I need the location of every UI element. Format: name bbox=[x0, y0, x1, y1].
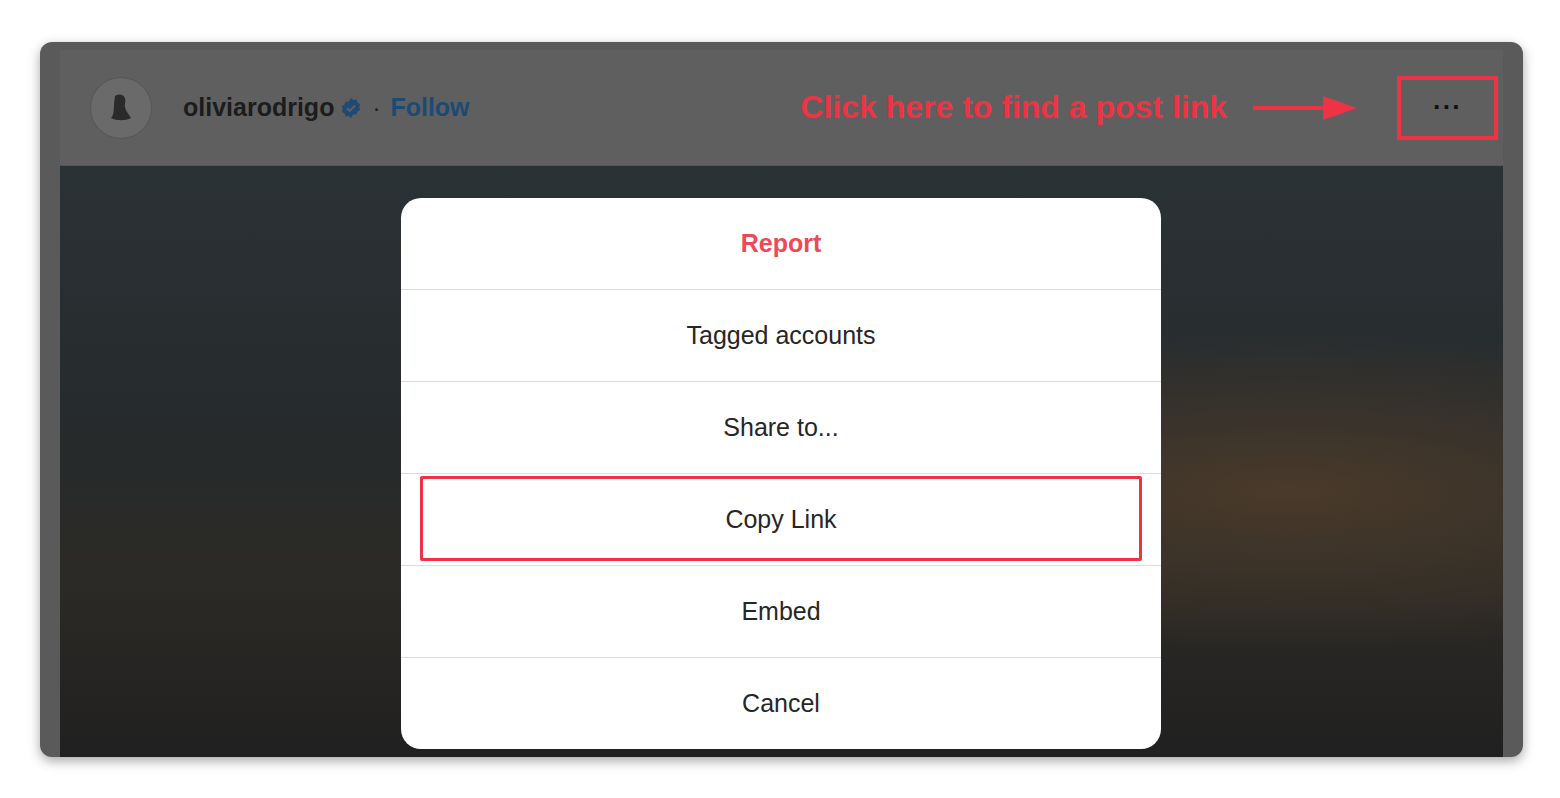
avatar-icon[interactable] bbox=[90, 77, 152, 139]
post-header: oliviarodrigo · Follow Click here to find a… bbox=[60, 50, 1503, 166]
annotation-text: Click here to find a post link bbox=[800, 89, 1227, 126]
menu-item[interactable]: Share to... bbox=[401, 381, 1161, 473]
separator: · bbox=[372, 94, 380, 122]
menu-item-label: Share to... bbox=[723, 413, 838, 442]
page: oliviarodrigo · Follow Click here to find a… bbox=[0, 0, 1560, 798]
more-label: ··· bbox=[1433, 92, 1462, 123]
menu-item[interactable]: Report bbox=[401, 198, 1161, 289]
menu-item-label: Embed bbox=[741, 597, 820, 626]
menu-item[interactable]: Copy Link bbox=[401, 473, 1161, 565]
menu-item-label: Copy Link bbox=[725, 505, 836, 534]
person-icon bbox=[101, 88, 141, 128]
verified-badge-icon bbox=[340, 97, 362, 119]
menu-item[interactable]: Tagged accounts bbox=[401, 289, 1161, 381]
username[interactable]: oliviarodrigo bbox=[183, 93, 334, 122]
menu-item-label: Report bbox=[741, 229, 822, 258]
menu-item-label: Tagged accounts bbox=[686, 321, 875, 350]
arrow-icon bbox=[1251, 93, 1361, 123]
highlight-box bbox=[420, 476, 1142, 561]
post-window: oliviarodrigo · Follow Click here to find a… bbox=[40, 42, 1523, 757]
menu-item[interactable]: Embed bbox=[401, 565, 1161, 657]
options-menu: Report Tagged accounts Share to... Copy Lin… bbox=[401, 198, 1161, 749]
menu-item-label: Cancel bbox=[742, 689, 820, 718]
follow-button[interactable]: Follow bbox=[390, 93, 469, 122]
menu-item[interactable]: Cancel bbox=[401, 657, 1161, 749]
more-button[interactable]: ··· bbox=[1397, 76, 1498, 140]
